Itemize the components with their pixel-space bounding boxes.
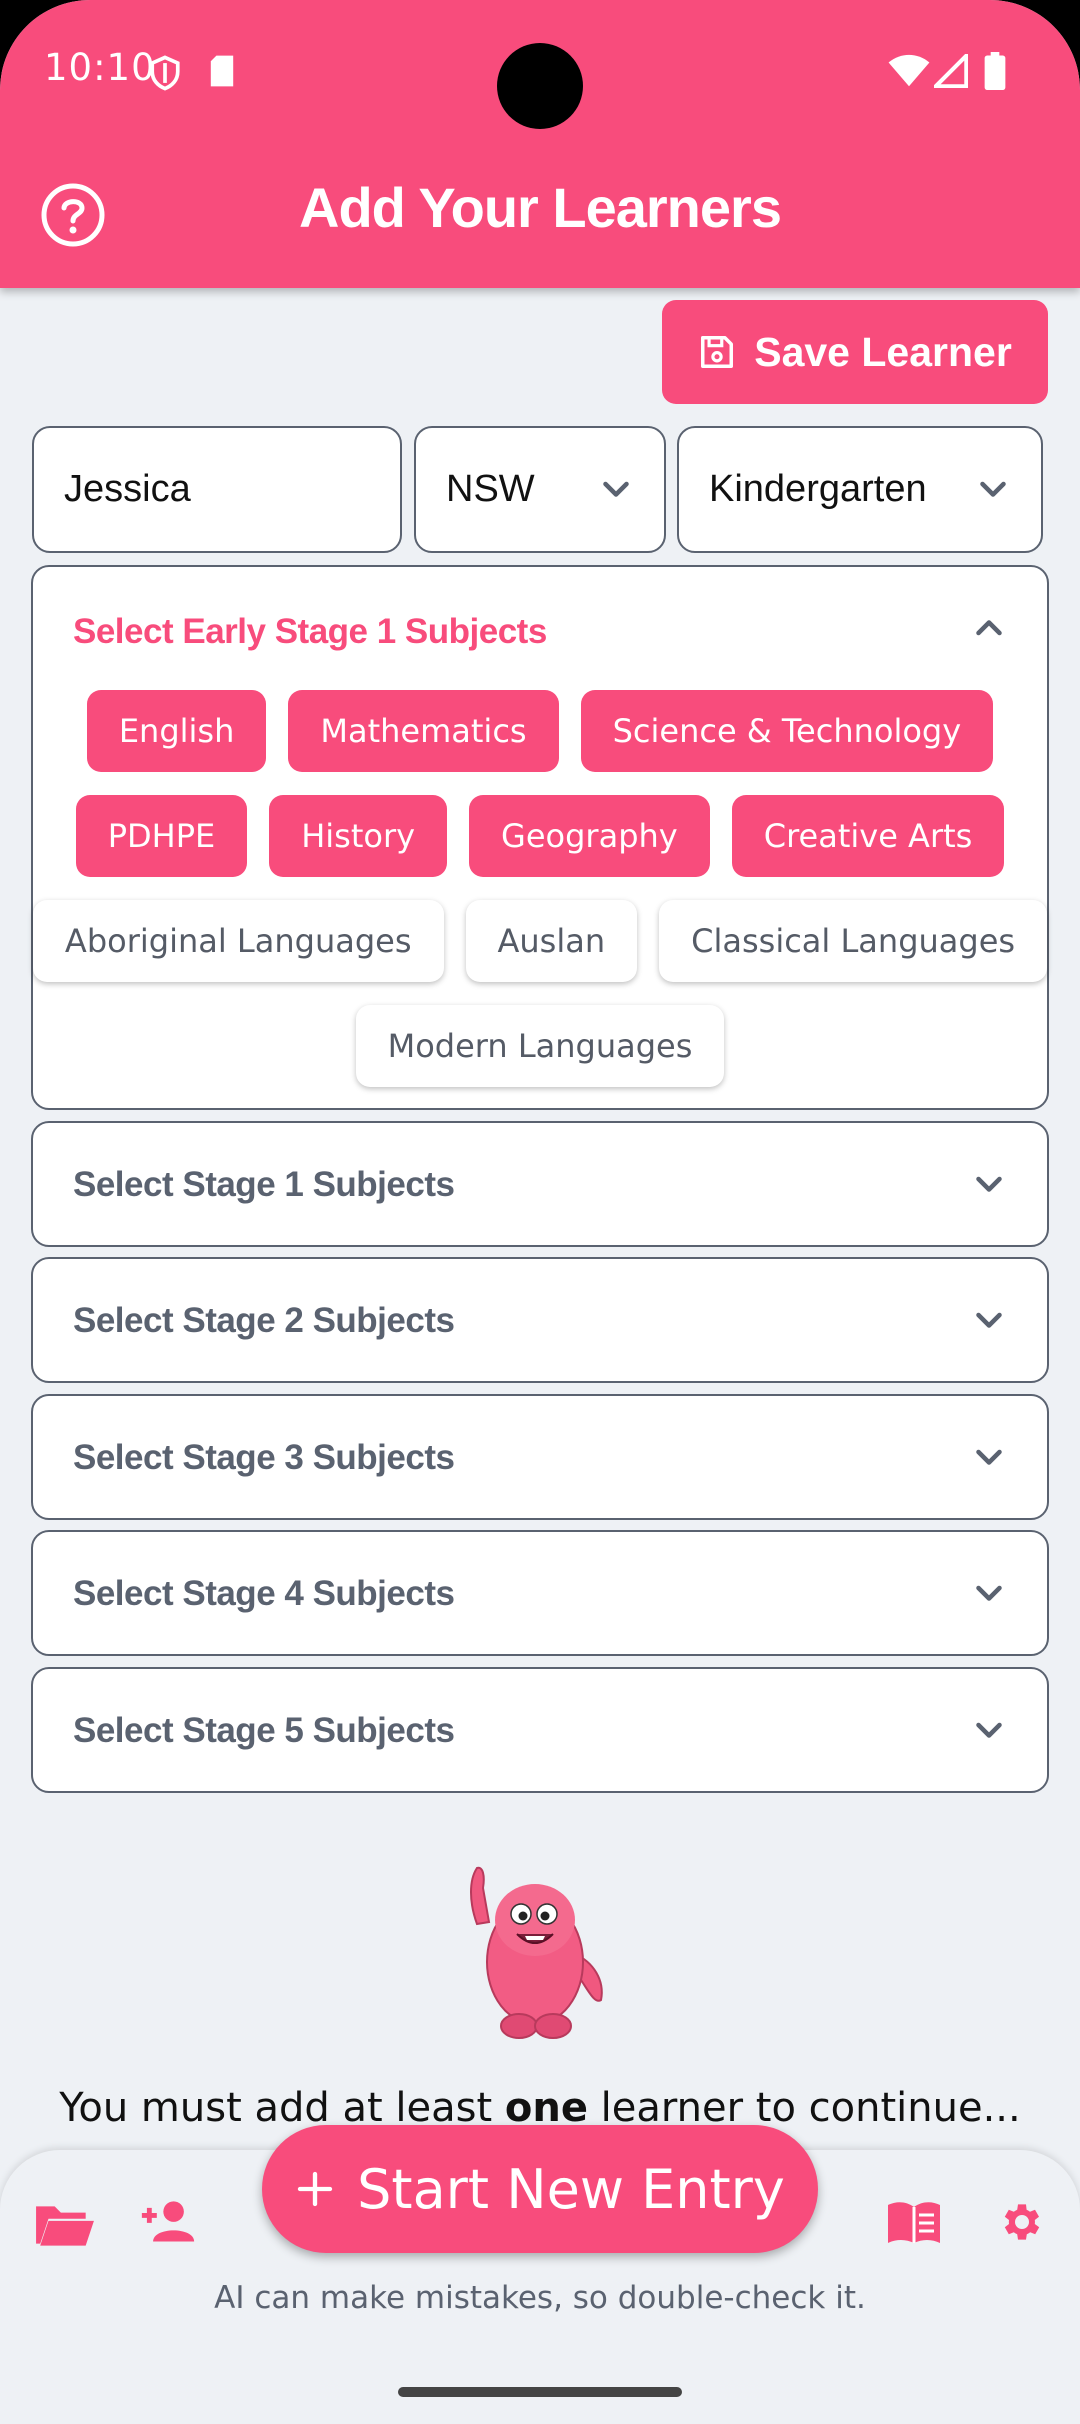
stage-5-panel[interactable]: Select Stage 5 Subjects [31,1667,1049,1793]
monster-mascot [470,1866,603,2039]
add-person-icon[interactable] [140,2198,196,2244]
stage-4-panel[interactable]: Select Stage 4 Subjects [31,1530,1049,1656]
subject-chip[interactable]: Geography [469,795,710,877]
subject-chip[interactable]: English [86,690,267,772]
stage-2-panel[interactable]: Select Stage 2 Subjects [31,1257,1049,1383]
save-learner-button[interactable]: Save Learner [662,300,1048,404]
subject-chip[interactable]: Creative Arts [731,795,1005,877]
book-icon[interactable] [886,2200,942,2246]
chevron-down-icon [976,1722,1002,1738]
subject-chip[interactable]: Science & Technology [580,690,994,772]
sd-card-icon [210,55,234,87]
gear-icon[interactable] [996,2198,1044,2246]
state-select[interactable]: NSW [414,426,666,553]
folder-icon[interactable] [34,2200,96,2250]
signal-icon [934,54,968,88]
subject-chip[interactable]: Classical Languages [659,900,1048,982]
save-icon [701,336,734,368]
chevron-down-icon [976,1585,1002,1601]
state-select-value: NSW [446,468,535,510]
stage-2-panel-title: Select Stage 2 Subjects [73,1301,455,1340]
chevron-down-icon [603,481,629,497]
subject-chip[interactable]: Aboriginal Languages [32,900,444,982]
status-bar: 10:10 [0,0,1080,140]
home-indicator[interactable] [398,2387,682,2397]
stage-5-panel-title: Select Stage 5 Subjects [73,1711,455,1750]
page-title: Add Your Learners [299,176,782,239]
ai-disclaimer: AI can make mistakes, so double-check it… [214,2280,866,2316]
learner-name-field[interactable]: Jessica [32,426,402,553]
subject-chip[interactable]: Modern Languages [355,1005,725,1087]
chevron-down-icon [976,1449,1002,1465]
subject-chip[interactable]: History [269,795,448,877]
subject-chip[interactable]: PDHPE [75,795,248,877]
stage-3-panel[interactable]: Select Stage 3 Subjects [31,1394,1049,1520]
start-new-entry-label: Start New Entry [357,2157,785,2221]
start-new-entry-button[interactable]: Start New Entry [262,2125,818,2253]
subject-chip[interactable]: Mathematics [288,690,559,772]
status-time: 10:10 [44,46,156,89]
chevron-down-icon [976,1176,1002,1192]
learner-name-value: Jessica [64,468,191,510]
stage-1-panel[interactable]: Select Stage 1 Subjects [31,1121,1049,1247]
chevron-down-icon [976,1312,1002,1328]
shield-icon [150,55,180,91]
app-header: 10:10 Add Your Learners [0,0,1080,288]
app-screen: 10:10 Add Your Learners Save Learner Jes… [0,0,1080,2424]
save-learner-label: Save Learner [754,328,1012,375]
plus-icon [297,2171,333,2207]
chevron-down-icon [980,481,1006,497]
stage-1-panel-title: Select Stage 1 Subjects [73,1165,455,1204]
stage-4-panel-title: Select Stage 4 Subjects [73,1574,455,1613]
subject-chip[interactable]: Auslan [465,900,638,982]
camera-cutout [497,43,583,129]
stage-3-panel-title: Select Stage 3 Subjects [73,1438,455,1477]
early-stage-panel-title[interactable]: Select Early Stage 1 Subjects [73,612,547,652]
year-select-value: Kindergarten [709,468,927,510]
wifi-icon [888,54,930,87]
chevron-up-icon[interactable] [971,609,1007,645]
battery-icon [984,52,1006,90]
year-select[interactable]: Kindergarten [677,426,1043,553]
